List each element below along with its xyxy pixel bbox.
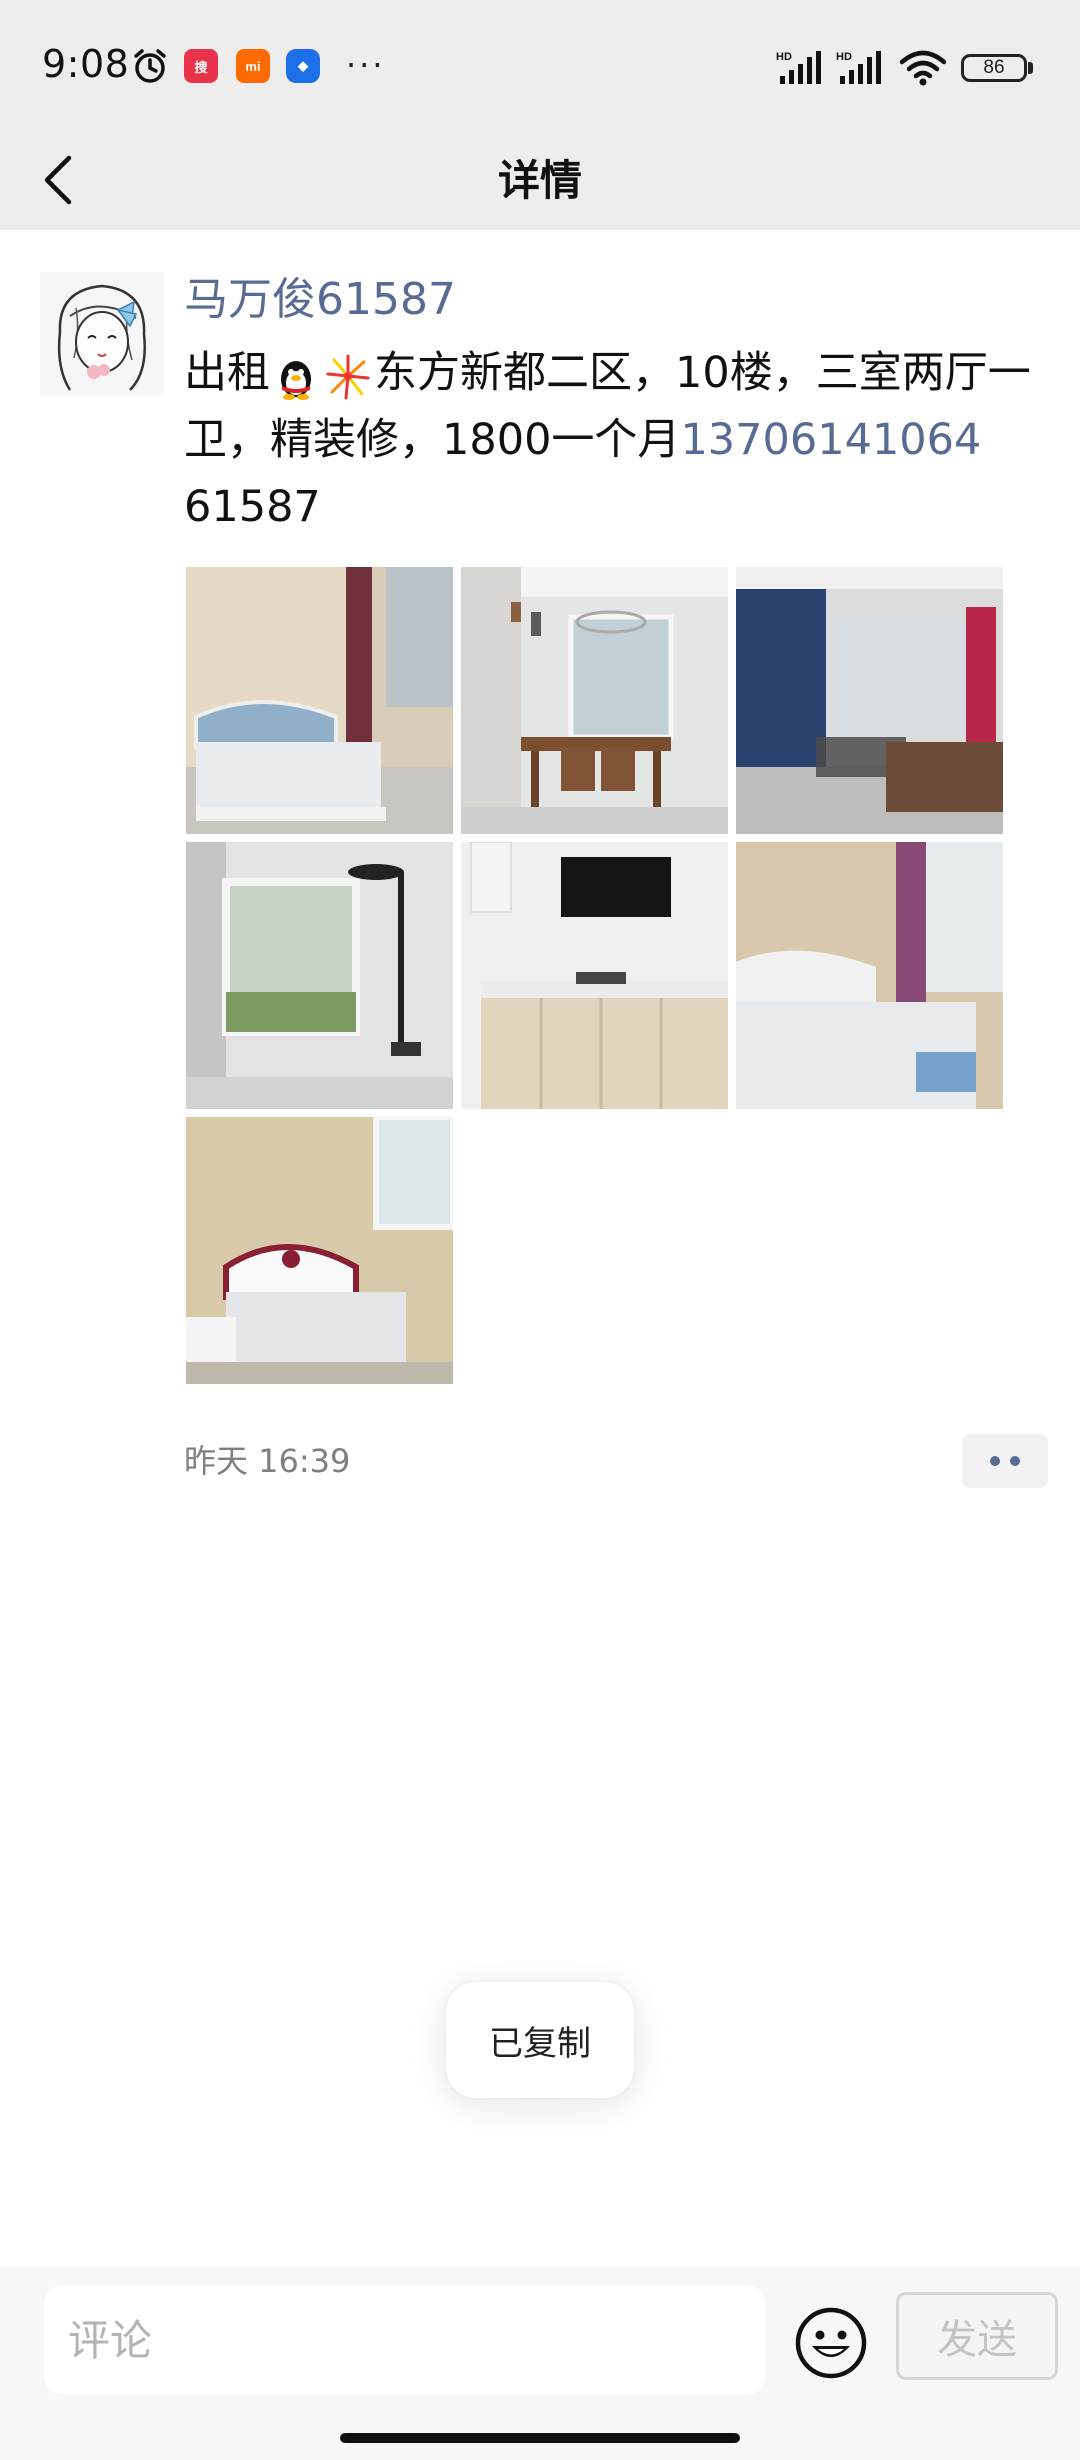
- kitchen-photo[interactable]: [461, 842, 728, 1109]
- author-name[interactable]: 马万俊61587: [184, 270, 456, 330]
- navigation-bar: 详情: [0, 132, 1080, 230]
- svg-text:HD: HD: [836, 51, 852, 63]
- page-title: 详情: [497, 156, 582, 205]
- dot: [1010, 1456, 1020, 1466]
- send-button[interactable]: 发送: [896, 2292, 1058, 2380]
- bedroom-mattress-photo[interactable]: [736, 842, 1003, 1109]
- hd-signal-icon: HD: [836, 51, 881, 84]
- avatar-girl-sketch-image: [40, 272, 164, 396]
- alarm-icon: [134, 49, 166, 83]
- post-text-start: 出租: [184, 348, 270, 398]
- dot: [990, 1456, 1000, 1466]
- smiley-icon[interactable]: [794, 2306, 868, 2380]
- bedroom-bed-photo[interactable]: [186, 567, 453, 834]
- bathroom-photo[interactable]: [186, 842, 453, 1109]
- avatar[interactable]: [40, 272, 164, 396]
- blue-app-icon: ◆: [286, 49, 320, 83]
- phone-number-link[interactable]: 13706141064: [680, 415, 981, 465]
- living-room-photo[interactable]: [736, 567, 1003, 834]
- more-notifications-icon: ···: [346, 46, 386, 84]
- comment-bar: 发送: [0, 2266, 1080, 2460]
- hd-signal-icon: HD: [776, 51, 821, 84]
- dining-room-photo[interactable]: [461, 567, 728, 834]
- post-content: 出租 东方新都二区，10楼，三室两厅一卫，精装修，1800一个月13706141…: [184, 340, 1054, 541]
- comment-input[interactable]: [44, 2286, 766, 2394]
- back-button[interactable]: [28, 140, 88, 220]
- wifi-icon: [899, 50, 947, 86]
- copied-toast: 已复制: [446, 1982, 634, 2098]
- status-time: 9:08: [42, 42, 130, 86]
- mi-app-icon: mi: [236, 49, 270, 83]
- more-dots-icon[interactable]: [962, 1434, 1048, 1488]
- bedroom-red-bed-photo[interactable]: [186, 1117, 453, 1384]
- fireworks-emoji: [326, 354, 370, 399]
- home-indicator[interactable]: [340, 2433, 740, 2443]
- post-text-end: 61587: [184, 482, 321, 532]
- battery-tip: [1028, 62, 1033, 74]
- battery-icon: 86: [961, 54, 1027, 82]
- svg-text:HD: HD: [776, 51, 792, 63]
- chevron-left-icon: [44, 155, 72, 205]
- status-bar: 9:08 搜 mi ◆ ··· HD HD 86: [0, 0, 1080, 132]
- qq-penguin-emoji: [281, 360, 311, 400]
- souhu-app-icon: 搜: [184, 49, 218, 83]
- post-timestamp: 昨天 16:39: [184, 1442, 351, 1480]
